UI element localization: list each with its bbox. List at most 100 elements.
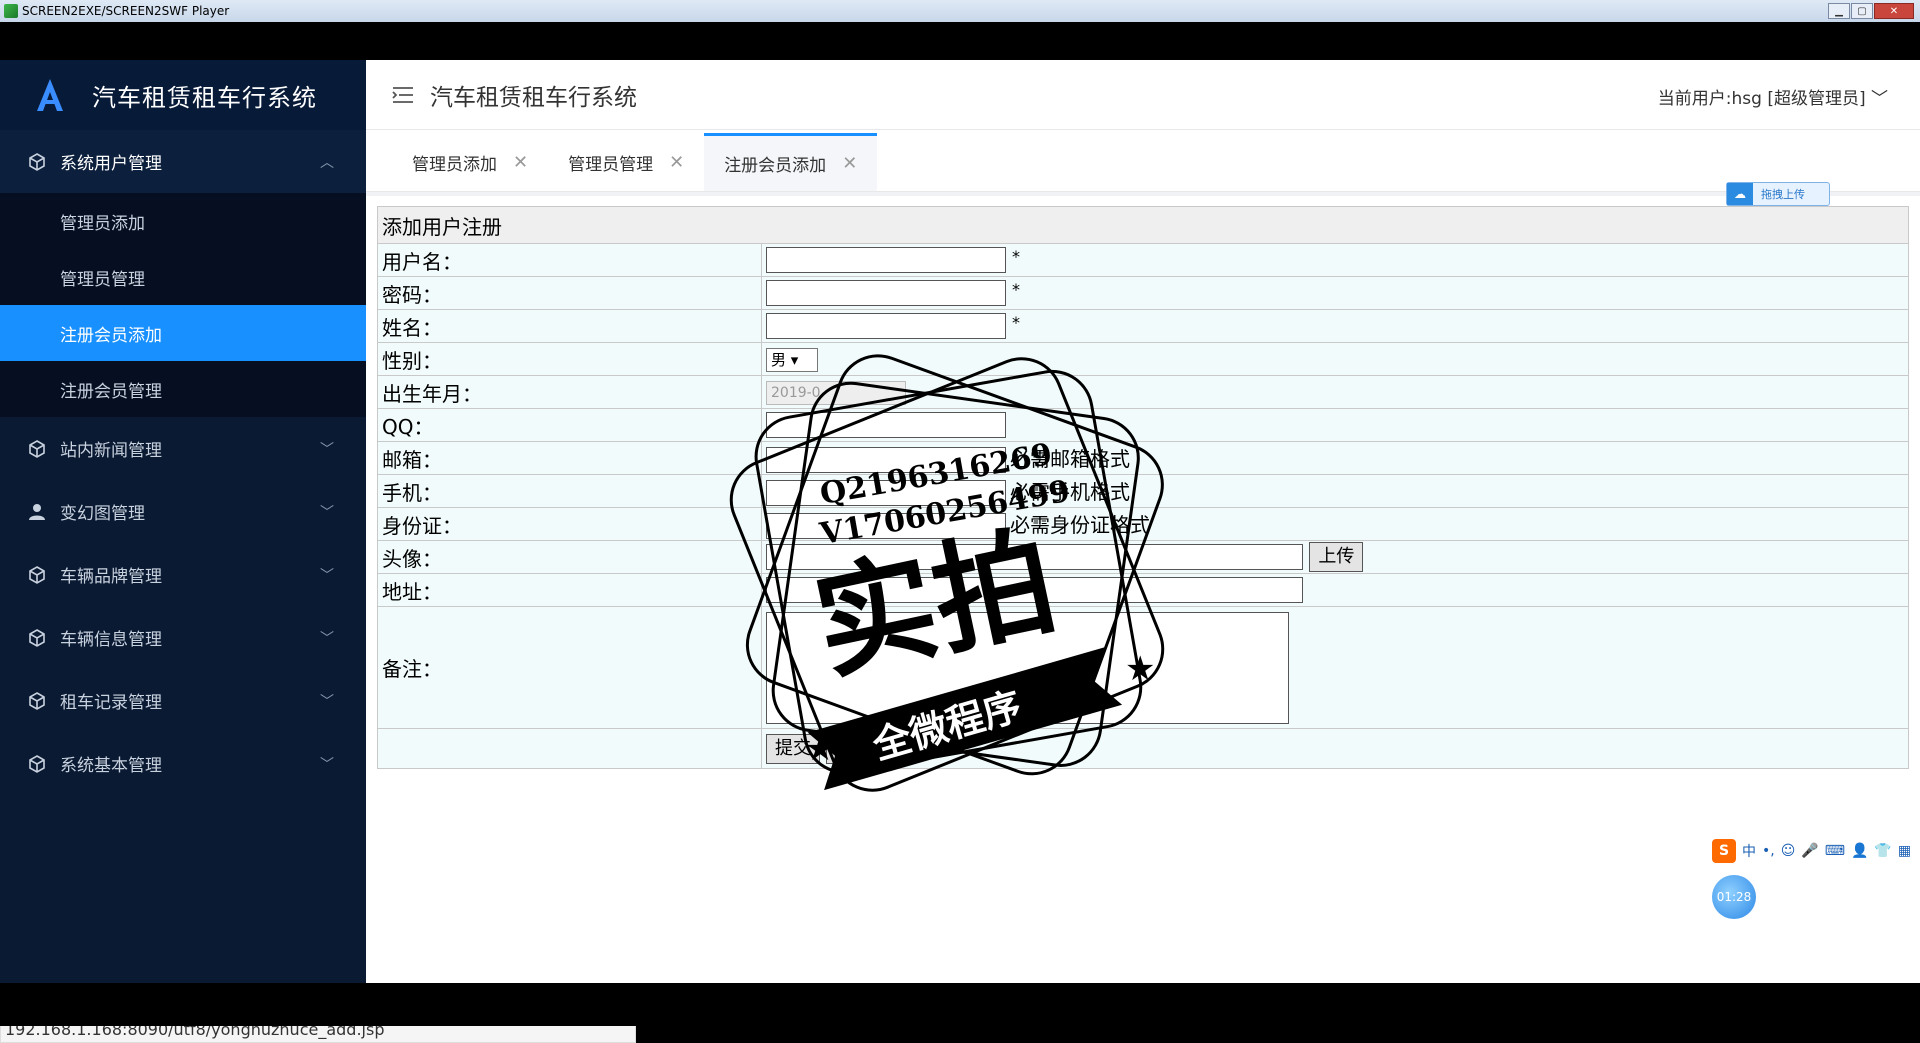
name-input[interactable] bbox=[766, 313, 1006, 340]
tab-label: 管理员管理 bbox=[568, 154, 654, 175]
email-input[interactable] bbox=[766, 447, 1006, 474]
maximize-button[interactable]: ▢ bbox=[1851, 3, 1873, 19]
mic-icon: 🎤 bbox=[1801, 843, 1819, 859]
idcard-input[interactable] bbox=[766, 513, 1006, 540]
punctuation-icon: •, bbox=[1762, 843, 1775, 859]
cube-icon bbox=[28, 565, 46, 584]
sidebar-item-member-add[interactable]: 注册会员添加 bbox=[0, 305, 366, 361]
idcard-hint: 必需身份证格式 bbox=[1010, 512, 1150, 537]
remark-label: 备注： bbox=[377, 606, 762, 729]
current-user-menu[interactable]: 当前用户:hsg [超级管理员] ﹀ bbox=[1658, 84, 1888, 109]
sogou-s-icon: S bbox=[1712, 839, 1736, 863]
cube-icon bbox=[28, 152, 46, 171]
top-header: 汽车租赁租车行系统 当前用户:hsg [超级管理员] ﹀ bbox=[366, 60, 1920, 130]
cube-icon bbox=[28, 628, 46, 647]
username-input[interactable] bbox=[766, 247, 1006, 274]
password-label: 密码： bbox=[377, 276, 762, 310]
submenu-system-users: 管理员添加 管理员管理 注册会员添加 注册会员管理 bbox=[0, 193, 366, 417]
close-button[interactable]: ✕ bbox=[1874, 3, 1914, 19]
tab-label: 注册会员添加 bbox=[724, 156, 827, 176]
window-titlebar: SCREEN2EXE/SCREEN2SWF Player ▁ ▢ ✕ bbox=[0, 0, 1920, 22]
birth-label: 出生年月： bbox=[377, 375, 762, 409]
cube-icon bbox=[28, 439, 46, 458]
sidebar-group-system-basic[interactable]: 系统基本管理 ﹀ bbox=[0, 732, 366, 795]
qq-input[interactable] bbox=[766, 412, 1006, 439]
sidebar-item-admin-add[interactable]: 管理员添加 bbox=[0, 193, 366, 249]
user-icon bbox=[28, 503, 46, 521]
shirt-icon: 👕 bbox=[1874, 843, 1892, 859]
sidebar-group-carousel[interactable]: 变幻图管理 ﹀ bbox=[0, 480, 366, 543]
tab-admin-add[interactable]: 管理员添加 ✕ bbox=[392, 133, 548, 191]
gender-select[interactable]: 男 ▾ bbox=[766, 347, 818, 372]
sidebar-group-vehicle[interactable]: 车辆信息管理 ﹀ bbox=[0, 606, 366, 669]
chevron-down-icon: ﹀ bbox=[320, 504, 334, 521]
gender-value: 男 bbox=[771, 350, 787, 369]
sidebar-group-rental[interactable]: 租车记录管理 ﹀ bbox=[0, 669, 366, 732]
current-user-label: 当前用户:hsg [超级管理员] bbox=[1657, 89, 1866, 109]
actions-spacer bbox=[377, 728, 762, 769]
sidebar-group-label: 系统用户管理 bbox=[60, 154, 162, 174]
tab-member-add[interactable]: 注册会员添加 ✕ bbox=[704, 133, 878, 191]
menu-toggle-icon[interactable] bbox=[392, 86, 416, 104]
chevron-down-icon: ﹀ bbox=[320, 693, 334, 710]
chevron-down-icon: ﹀ bbox=[1871, 89, 1888, 109]
required-mark: * bbox=[1012, 279, 1020, 299]
close-icon[interactable]: ✕ bbox=[513, 152, 528, 173]
letterbox-top bbox=[0, 22, 1920, 60]
drag-upload-badge[interactable]: ☁ 拖拽上传 bbox=[1726, 182, 1830, 206]
sidebar-item-label: 管理员添加 bbox=[60, 213, 145, 234]
logo: 汽车租赁租车行系统 bbox=[0, 60, 366, 130]
sidebar-group-label: 站内新闻管理 bbox=[60, 441, 162, 461]
sidebar-group-brand[interactable]: 车辆品牌管理 ﹀ bbox=[0, 543, 366, 606]
sidebar-item-label: 注册会员管理 bbox=[60, 381, 162, 402]
gender-label: 性别： bbox=[377, 342, 762, 376]
phone-input[interactable] bbox=[766, 480, 1006, 507]
minimize-button[interactable]: ▁ bbox=[1828, 3, 1850, 19]
main-area: 汽车租赁租车行系统 当前用户:hsg [超级管理员] ﹀ 管理员添加 ✕ 管理员管… bbox=[366, 60, 1920, 983]
cloud-icon: ☁ bbox=[1727, 183, 1753, 205]
submit-button[interactable]: 提交 bbox=[766, 733, 820, 764]
password-input[interactable] bbox=[766, 280, 1006, 307]
birth-date-input[interactable]: 2019-0 bbox=[766, 380, 906, 405]
sidebar-group-label: 车辆信息管理 bbox=[60, 630, 162, 650]
tab-label: 管理员添加 bbox=[412, 154, 497, 175]
grid-icon: ▦ bbox=[1897, 843, 1912, 859]
idcard-label: 身份证： bbox=[377, 507, 762, 541]
sidebar: 汽车租赁租车行系统 系统用户管理 ︿ 管理员添加 管理员管理 注册会员添加 注册… bbox=[0, 60, 366, 983]
tab-bar: 管理员添加 ✕ 管理员管理 ✕ 注册会员添加 ✕ bbox=[366, 130, 1920, 192]
tab-admin-manage[interactable]: 管理员管理 ✕ bbox=[548, 133, 704, 191]
content-panel: 添加用户注册 用户名： * 密码： * 姓名： * 性别： 男 ▾ 出生年月： … bbox=[366, 196, 1920, 983]
header-title: 汽车租赁租车行系统 bbox=[430, 84, 637, 111]
sidebar-group-news[interactable]: 站内新闻管理 ﹀ bbox=[0, 417, 366, 480]
avatar-label: 头像： bbox=[377, 540, 762, 574]
close-icon[interactable]: ✕ bbox=[842, 153, 857, 174]
form-title: 添加用户注册 bbox=[377, 206, 1909, 244]
window-controls: ▁ ▢ ✕ bbox=[1828, 3, 1914, 19]
ime-toolbar[interactable]: S 中 •, ☺ 🎤 ⌨ 👤 👕 ▦ bbox=[1712, 838, 1911, 864]
drag-upload-label: 拖拽上传 bbox=[1761, 188, 1805, 201]
recording-timer: 01:28 bbox=[1712, 875, 1756, 919]
sidebar-item-member-manage[interactable]: 注册会员管理 bbox=[0, 361, 366, 417]
close-icon[interactable]: ✕ bbox=[669, 152, 684, 173]
sidebar-group-label: 车辆品牌管理 bbox=[60, 567, 162, 587]
keyboard-icon: ⌨ bbox=[1824, 843, 1845, 859]
user-icon: 👤 bbox=[1850, 843, 1869, 859]
required-mark: * bbox=[1012, 312, 1020, 332]
logo-text: 汽车租赁租车行系统 bbox=[92, 83, 317, 112]
chevron-down-icon: ﹀ bbox=[320, 567, 334, 584]
sidebar-group-system-users[interactable]: 系统用户管理 ︿ bbox=[0, 130, 366, 193]
address-input[interactable] bbox=[766, 577, 1303, 604]
phone-hint: 必需手机格式 bbox=[1010, 479, 1130, 504]
ime-mode: 中 bbox=[1742, 844, 1756, 860]
reset-button[interactable]: 重置 bbox=[826, 733, 881, 764]
emoji-icon: ☺ bbox=[1780, 843, 1796, 859]
sidebar-group-label: 租车记录管理 bbox=[60, 693, 162, 713]
chevron-down-icon: ﹀ bbox=[320, 630, 334, 647]
sidebar-item-admin-manage[interactable]: 管理员管理 bbox=[0, 249, 366, 305]
upload-button[interactable]: 上传 bbox=[1309, 542, 1364, 572]
avatar-input[interactable] bbox=[766, 544, 1303, 570]
logo-a-icon bbox=[34, 77, 66, 113]
remark-textarea[interactable] bbox=[766, 611, 1289, 724]
chevron-down-icon: ﹀ bbox=[320, 756, 334, 773]
sidebar-group-label: 变幻图管理 bbox=[60, 504, 145, 524]
